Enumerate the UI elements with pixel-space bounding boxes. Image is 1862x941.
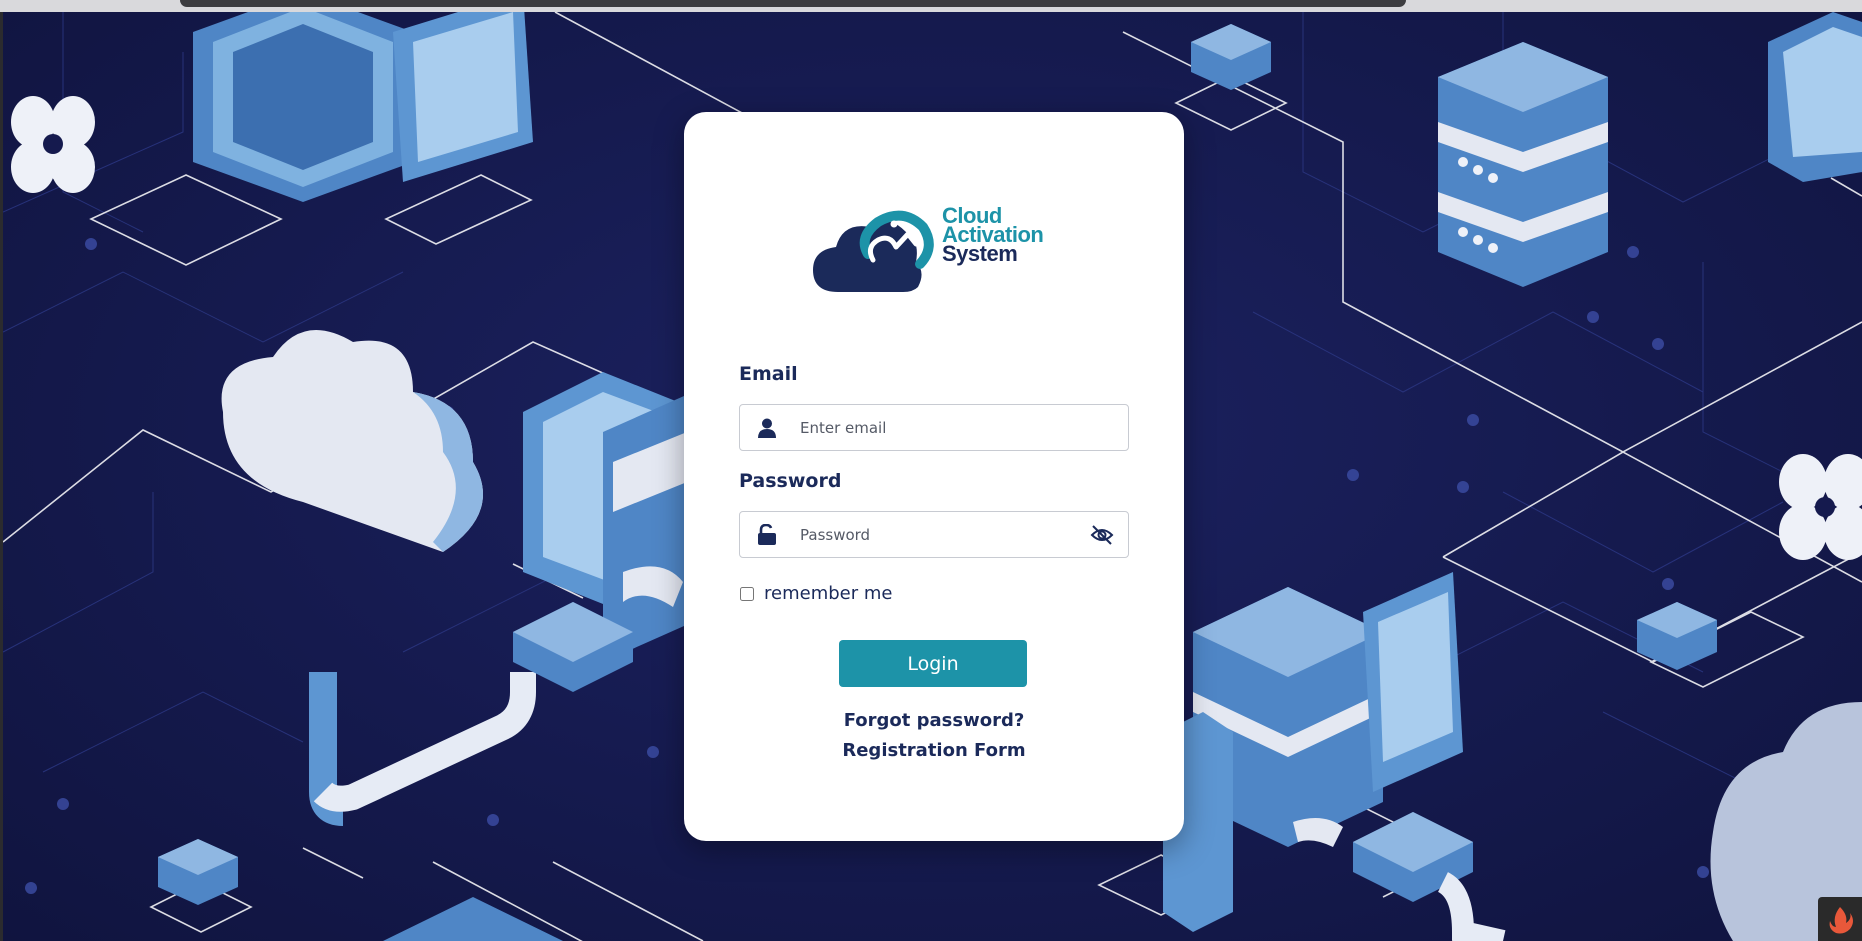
email-label: Email xyxy=(739,363,798,385)
password-field-wrapper xyxy=(739,511,1129,558)
corner-app-button[interactable] xyxy=(1818,897,1862,941)
browser-top-strip xyxy=(0,0,1862,12)
browser-tab-bar xyxy=(180,0,1406,7)
user-icon xyxy=(758,418,776,438)
remember-me[interactable]: remember me xyxy=(739,583,892,604)
server-center-left xyxy=(513,372,703,692)
logo-wordmark: Cloud Activation System xyxy=(942,205,1044,265)
server-tower-right xyxy=(1438,42,1608,287)
cloud-logo-icon xyxy=(813,210,934,292)
remember-me-checkbox[interactable] xyxy=(740,586,754,601)
email-field[interactable] xyxy=(800,405,1090,450)
login-button[interactable]: Login xyxy=(839,640,1027,687)
forgot-password-link[interactable]: Forgot password? xyxy=(684,710,1184,731)
password-field[interactable] xyxy=(800,512,1090,557)
server-stack-top-left xyxy=(193,12,533,202)
server-top-right-edge xyxy=(1768,12,1862,182)
email-field-wrapper xyxy=(739,404,1129,451)
flame-icon xyxy=(1829,907,1853,934)
cloud-left xyxy=(221,330,536,826)
app-logo: Cloud Activation System xyxy=(808,192,1068,302)
password-label: Password xyxy=(739,470,842,492)
server-tower-bottom-right xyxy=(1163,572,1506,941)
unlock-icon xyxy=(758,524,776,545)
registration-form-link[interactable]: Registration Form xyxy=(684,740,1184,761)
remember-me-label: remember me xyxy=(764,583,893,604)
eye-slash-icon[interactable] xyxy=(1090,524,1114,546)
login-card: Cloud Activation System Email Password r… xyxy=(684,112,1184,841)
platform-bottom-left xyxy=(383,897,563,941)
